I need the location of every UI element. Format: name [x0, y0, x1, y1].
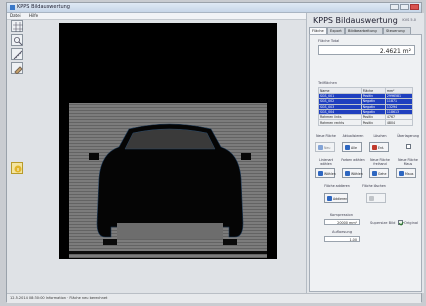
- measure-tool-button[interactable]: [11, 48, 23, 60]
- minimize-button[interactable]: [390, 4, 399, 10]
- info-icon: [14, 165, 22, 173]
- grid-icon: [13, 22, 23, 32]
- button-label: Wählen: [324, 171, 336, 176]
- image-canvas[interactable]: [59, 23, 277, 259]
- grid-tool-button[interactable]: [11, 20, 23, 32]
- colors-label: Farben wählen: [341, 158, 365, 162]
- info-tool-button[interactable]: [11, 162, 23, 174]
- colors-button[interactable]: Wählen: [342, 168, 363, 178]
- cell: 4804: [384, 119, 414, 126]
- status-text: 12.5.2014 08:30:00 Information · Fläche …: [10, 296, 108, 300]
- line-type-label: Linienart wählen: [318, 158, 334, 166]
- new-area-button[interactable]: Neu: [315, 142, 335, 152]
- menu-file[interactable]: Datei: [10, 13, 21, 18]
- supersize-value: Original: [404, 221, 419, 225]
- add-area-label: Fläche addieren: [324, 184, 350, 188]
- freehand-button[interactable]: Gehe: [369, 168, 389, 178]
- overlay-checkbox[interactable]: [406, 144, 411, 149]
- measure-icon: [13, 50, 23, 60]
- refresh-button[interactable]: Alle: [342, 142, 362, 152]
- app-icon: [10, 5, 15, 10]
- freehand-label: Neue Fläche freihand: [370, 158, 390, 166]
- total-area-value: 2.4621 m²: [379, 47, 411, 55]
- resolution-label: Aufloesung: [332, 230, 353, 234]
- remove-icon: [369, 196, 374, 201]
- tool-strip: [11, 20, 25, 174]
- overlay-label: Überlagerung: [397, 134, 419, 138]
- button-label: Alle: [351, 145, 357, 150]
- delete-icon: [372, 145, 377, 150]
- add-icon: [327, 196, 332, 201]
- mouse-area-button[interactable]: Maus: [396, 168, 416, 178]
- tab-bildbearbeitung[interactable]: Bildbearbeitung: [345, 27, 383, 34]
- refresh-label: Aktualisieren: [342, 134, 364, 138]
- button-label: Wählen: [351, 171, 363, 176]
- total-area-label: Fläche Total: [318, 39, 340, 43]
- side-panel: KPPS Bildauswertung KVS 5.0 Fläche Expor…: [306, 13, 424, 293]
- remove-area-button[interactable]: [366, 193, 386, 203]
- new-icon: [318, 145, 323, 150]
- window-title: KPPS Bildauswertung: [17, 4, 70, 10]
- title-bar: KPPS Bildauswertung: [7, 3, 421, 13]
- refresh-icon: [345, 145, 350, 150]
- compression-value: 20000 mm²: [337, 221, 357, 225]
- button-label: Maus: [405, 171, 414, 176]
- supersize-checkbox[interactable]: [398, 220, 403, 225]
- app-window: KPPS Bildauswertung Datei Hilfe KPPS Bil…: [6, 2, 424, 303]
- resolution-field[interactable]: 1.00: [324, 236, 360, 242]
- button-label: Gehe: [378, 171, 387, 176]
- table-row[interactable]: SGS_004 Negativ 118613: [318, 108, 414, 116]
- delete-label: Löschen: [373, 134, 387, 138]
- flaeche-tab-content: Fläche Total 2.4621 m² Teilflächen Name …: [309, 34, 422, 292]
- resolution-value: 1.00: [349, 238, 357, 242]
- sub-areas-label: Teilflächen: [318, 81, 337, 85]
- new-area-label: Neue Fläche: [316, 134, 336, 138]
- mouse-icon: [399, 171, 404, 176]
- menu-help[interactable]: Hilfe: [29, 13, 38, 18]
- button-label: Ent.: [378, 145, 385, 150]
- line-type-button[interactable]: Wählen: [315, 168, 336, 178]
- version-label: KVS 5.0: [402, 18, 416, 22]
- line-icon: [318, 171, 323, 176]
- status-bar: 12.5.2014 08:30:00 Information · Fläche …: [7, 293, 421, 303]
- zoom-tool-button[interactable]: [11, 34, 23, 46]
- button-label: Neu: [324, 145, 331, 150]
- button-label: Addieren: [333, 196, 348, 201]
- cell: Positiv: [360, 119, 386, 126]
- areas-table[interactable]: Name Fläche mm² SGS_001 Positiv 2996581 SG…: [318, 87, 414, 126]
- tab-strip: Fläche Export Bildbearbeitung Steuerung: [309, 27, 422, 35]
- compression-label: Kompression: [330, 213, 353, 217]
- remove-area-label: Fläche löschen: [362, 184, 386, 188]
- delete-button[interactable]: Ent.: [369, 142, 389, 152]
- tab-export[interactable]: Export: [327, 27, 345, 34]
- tab-steuerung[interactable]: Steuerung: [383, 27, 411, 34]
- pen-icon: [372, 171, 377, 176]
- car-silhouette: [69, 123, 267, 254]
- add-area-button[interactable]: Addieren: [324, 193, 348, 203]
- cell: Rahmen rechts: [318, 119, 362, 126]
- pick-tool-button[interactable]: [11, 62, 23, 74]
- close-button[interactable]: [410, 4, 419, 10]
- table-row[interactable]: Rahmen rechts Positiv 4804: [318, 119, 414, 126]
- pick-icon: [14, 66, 23, 74]
- zoom-icon: [14, 37, 23, 46]
- compression-field[interactable]: 20000 mm²: [324, 219, 360, 225]
- maximize-button[interactable]: [400, 4, 409, 10]
- table-row[interactable]: SGS_001 Positiv 2996581: [318, 92, 414, 100]
- supersize-label: Supersize Bild: [370, 221, 396, 225]
- palette-icon: [345, 171, 350, 176]
- mouse-area-label: Neue Fläche Maus: [398, 158, 418, 166]
- panel-title: KPPS Bildauswertung: [313, 16, 398, 25]
- total-area-field: 2.4621 m²: [318, 45, 415, 55]
